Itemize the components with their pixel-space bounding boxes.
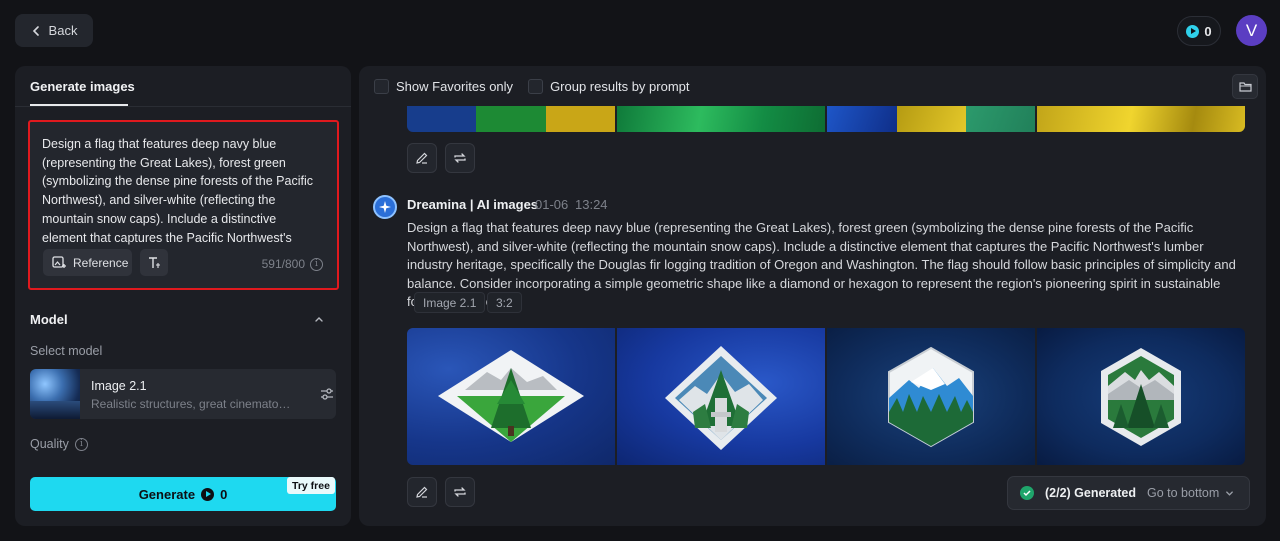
folder-button[interactable] [1232,74,1258,99]
model-thumbnail [30,369,80,419]
char-counter: 591/800 i [262,257,323,271]
avatar[interactable]: V [1236,15,1267,46]
regenerate-button[interactable] [445,143,475,173]
play-circle-icon [1186,24,1200,38]
generation-status-bar: (2/2) Generated Go to bottom [1007,476,1250,510]
model-section-title: Model [30,312,68,327]
prev-image-segment [617,106,825,132]
credits-count: 0 [1204,23,1212,39]
folder-icon [1238,82,1252,92]
tab-generate-images[interactable]: Generate images [30,79,135,94]
prev-image-segment [1037,106,1245,132]
prev-image-segment [546,106,615,132]
back-label: Back [48,23,78,38]
go-to-bottom-button[interactable]: Go to bottom [1147,486,1234,500]
sparkle-icon [373,195,397,219]
info-icon[interactable]: i [310,257,323,271]
top-bar: Back 0 V [0,0,1280,62]
model-tag: Image 2.1 [414,292,486,313]
quality-text: Quality [30,437,69,451]
credits-pill[interactable]: 0 [1177,16,1221,46]
repeat-icon [454,153,466,163]
model-name: Image 2.1 [91,379,147,393]
chevron-up-icon[interactable] [314,314,324,324]
generate-cost: 0 [220,486,228,502]
ratio-tag: 3:2 [487,292,522,313]
sliders-icon[interactable] [319,386,335,402]
generated-images-row [407,328,1245,465]
prev-image-segment [897,106,966,132]
add-image-icon [52,255,66,268]
info-icon[interactable]: i [74,437,88,451]
generated-image[interactable] [1037,328,1245,465]
model-description: Realistic structures, great cinematograp… [91,397,291,411]
generated-status-text: (2/2) Generated [1045,486,1137,500]
pencil-icon [416,152,428,164]
play-circle-icon [201,487,215,501]
filter-row: Show Favorites only Group results by pro… [374,78,690,94]
repeat-icon [454,487,466,497]
chevron-down-icon [1226,490,1234,496]
previous-results-strip[interactable] [407,106,1245,132]
reference-button[interactable]: Reference [43,249,132,276]
text-icon [149,256,160,268]
prev-image-segment [476,106,546,132]
result-author: Dreamina | AI images [407,197,539,212]
try-free-badge: Try free [287,477,335,494]
reference-label: Reference [73,255,129,270]
prev-image-segment [966,106,1035,132]
show-favorites-checkbox[interactable] [374,78,389,94]
generated-image[interactable] [617,328,825,465]
group-results-label[interactable]: Group results by prompt [550,79,689,94]
chevron-left-icon [32,25,39,36]
go-to-bottom-label: Go to bottom [1147,486,1220,500]
prev-image-segment [407,106,476,132]
model-selector[interactable]: Image 2.1 Realistic structures, great ci… [30,369,336,419]
quality-label: Quality i [30,437,88,451]
edit-prompt-button[interactable] [407,477,437,507]
pencil-icon [416,486,428,498]
result-prompt-text: Design a flag that features deep navy bl… [407,220,1236,309]
select-model-label: Select model [30,344,103,358]
back-button[interactable]: Back [15,14,93,47]
prev-image-segment [827,106,897,132]
char-count-value: 591/800 [261,257,305,271]
prompt-input-box[interactable]: Design a flag that features deep navy bl… [28,120,339,290]
edit-prompt-button[interactable] [407,143,437,173]
text-tool-button[interactable] [140,249,168,276]
group-results-checkbox[interactable] [528,78,544,94]
generate-label: Generate [138,486,196,502]
show-favorites-label[interactable]: Show Favorites only [396,79,513,94]
regenerate-button[interactable] [445,477,475,507]
result-date: 01-06 [535,197,569,212]
result-time: 13:24 [575,197,608,212]
check-circle-icon [1020,486,1034,500]
generate-panel: Generate images Design a flag that featu… [15,66,351,526]
results-panel: Show Favorites only Group results by pro… [359,66,1266,526]
generated-image[interactable] [407,328,615,465]
tab-divider [15,106,351,107]
generated-image[interactable] [827,328,1035,465]
prompt-textarea[interactable]: Design a flag that features deep navy bl… [42,135,322,245]
